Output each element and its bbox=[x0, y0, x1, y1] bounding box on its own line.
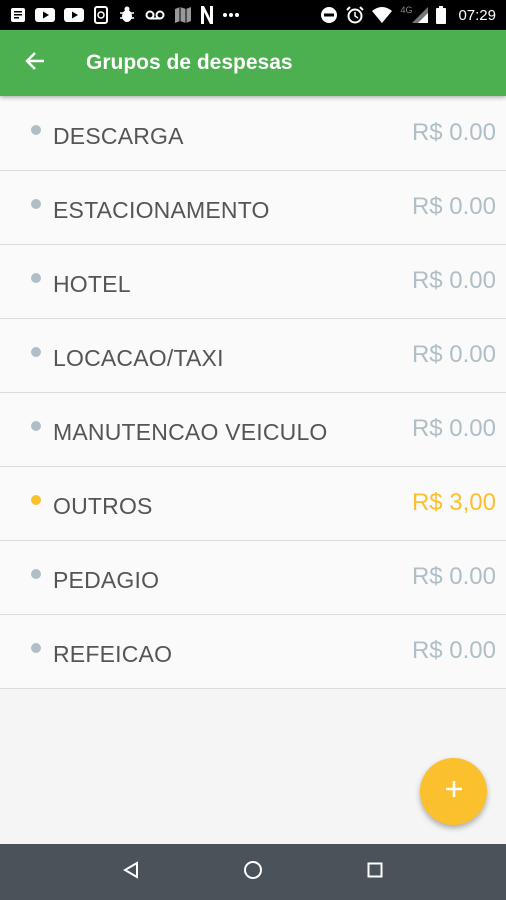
network-type-label: 4G bbox=[400, 5, 413, 15]
notification-icons bbox=[10, 6, 320, 24]
expense-group-name: OUTROS bbox=[53, 493, 153, 519]
status-dot bbox=[31, 495, 41, 505]
status-bar: 4G 07:29 bbox=[0, 0, 506, 30]
nav-recents-button[interactable] bbox=[350, 847, 400, 897]
nav-home-button[interactable] bbox=[228, 847, 278, 897]
status-time: 07:29 bbox=[458, 6, 496, 24]
youtube-icon bbox=[35, 6, 55, 24]
status-dot bbox=[31, 273, 41, 283]
add-expense-group-button[interactable] bbox=[420, 758, 487, 825]
status-dot bbox=[31, 125, 41, 135]
expense-group-name: PEDAGIO bbox=[53, 567, 160, 593]
expense-group-total: R$ 0.00 bbox=[411, 119, 496, 146]
wifi-icon bbox=[372, 6, 393, 24]
back-triangle-icon bbox=[122, 860, 140, 884]
youtube-icon bbox=[64, 6, 84, 24]
expense-group-total: R$ 0.00 bbox=[411, 563, 496, 590]
expense-group-list: DESCARGA R$ 0.00 ESTACIONAMENTO R$ 0.00 HOTE… bbox=[0, 97, 506, 689]
page-title: Grupos de despesas bbox=[86, 51, 293, 74]
more-icon bbox=[222, 6, 240, 24]
voicemail-icon bbox=[145, 6, 165, 24]
expense-group-total: R$ 0.00 bbox=[411, 637, 496, 664]
expense-group-row[interactable]: DESCARGA R$ 0.00 bbox=[0, 97, 506, 171]
expense-group-name: LOCACAO/TAXI bbox=[53, 345, 224, 371]
expense-group-name: ESTACIONAMENTO bbox=[53, 197, 270, 223]
whatsapp-icon bbox=[93, 6, 109, 24]
expense-group-row[interactable]: MANUTENCAO VEICULO R$ 0.00 bbox=[0, 393, 506, 467]
alarm-icon bbox=[346, 6, 365, 24]
netflix-icon bbox=[201, 6, 213, 24]
expense-group-name: HOTEL bbox=[53, 271, 131, 297]
status-dot bbox=[31, 421, 41, 431]
message-icon bbox=[10, 6, 26, 24]
map-icon bbox=[174, 6, 192, 24]
expense-group-total: R$ 0.00 bbox=[411, 415, 496, 442]
status-dot bbox=[31, 199, 41, 209]
battery-icon bbox=[436, 6, 447, 24]
bug-icon bbox=[118, 6, 136, 24]
home-circle-icon bbox=[243, 860, 263, 885]
status-dot bbox=[31, 347, 41, 357]
expense-group-total: R$ 0.00 bbox=[411, 341, 496, 368]
recents-square-icon bbox=[367, 862, 383, 883]
status-dot bbox=[31, 569, 41, 579]
dnd-icon bbox=[320, 6, 338, 24]
arrow-left-icon bbox=[24, 50, 46, 77]
expense-group-total: R$ 3,00 bbox=[411, 489, 496, 516]
expense-group-row[interactable]: OUTROS R$ 3,00 bbox=[0, 467, 506, 541]
expense-group-row[interactable]: REFEICAO R$ 0.00 bbox=[0, 615, 506, 689]
status-dot bbox=[31, 643, 41, 653]
expense-group-total: R$ 0.00 bbox=[411, 193, 496, 220]
system-status-icons: 4G 07:29 bbox=[320, 5, 496, 24]
expense-group-row[interactable]: LOCACAO/TAXI R$ 0.00 bbox=[0, 319, 506, 393]
expense-group-name: REFEICAO bbox=[53, 641, 173, 667]
signal-icon: 4G bbox=[400, 5, 429, 24]
system-nav-bar bbox=[0, 844, 506, 900]
expense-group-name: MANUTENCAO VEICULO bbox=[53, 419, 328, 445]
expense-group-name: DESCARGA bbox=[53, 123, 184, 149]
app-bar: Grupos de despesas bbox=[0, 30, 506, 96]
expense-group-total: R$ 0.00 bbox=[411, 267, 496, 294]
expense-group-row[interactable]: ESTACIONAMENTO R$ 0.00 bbox=[0, 171, 506, 245]
expense-group-row[interactable]: PEDAGIO R$ 0.00 bbox=[0, 541, 506, 615]
expense-group-row[interactable]: HOTEL R$ 0.00 bbox=[0, 245, 506, 319]
plus-icon bbox=[444, 779, 464, 804]
back-button[interactable] bbox=[0, 30, 70, 96]
nav-back-button[interactable] bbox=[106, 847, 156, 897]
